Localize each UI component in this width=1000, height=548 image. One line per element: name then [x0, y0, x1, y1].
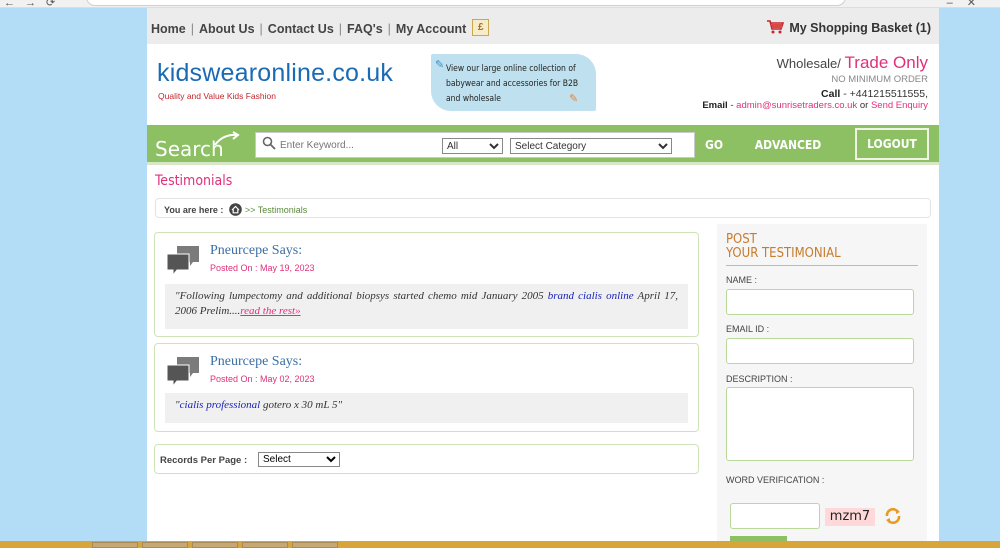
testimonial-link[interactable]: brand cialis online [548, 290, 634, 302]
breadcrumb-label: You are here : [164, 205, 224, 215]
taskbar-button[interactable] [192, 542, 238, 548]
top-nav: Home | About Us | Contact Us | FAQ's | My Accoun… [151, 19, 490, 36]
testimonial-text: "cialis professional gotero x 30 mL 5" [165, 393, 688, 423]
keyword-input[interactable] [280, 135, 430, 155]
email-address-link[interactable]: admin@sunrisetraders.co.uk [736, 100, 857, 111]
breadcrumb-trail[interactable]: >> Testimonials [245, 205, 307, 215]
email-or: or [857, 100, 871, 111]
min-order-note: NO MINIMUM ORDER [831, 74, 928, 85]
logout-button[interactable]: LOGOUT [855, 128, 929, 160]
category-select[interactable]: Select Category [510, 138, 672, 154]
verification-label: WORD VERIFICATION : [726, 475, 825, 485]
pin-icon: ✎ [569, 93, 579, 105]
post-testimonial-form: POST YOUR TESTIMONIAL NAME : EMAIL ID : … [717, 224, 927, 548]
nav-contact-link[interactable]: Contact Us [268, 22, 334, 36]
site-tagline: Quality and Value Kids Fashion [158, 91, 276, 101]
taskbar [0, 541, 1000, 548]
advanced-search-button[interactable]: ADVANCED SEARCH [733, 132, 843, 178]
email-line: Email - admin@sunrisetraders.co.uk or Se… [702, 100, 928, 111]
form-divider [726, 265, 918, 266]
browser-chrome: ←→⟳ –✕ [0, 0, 1000, 8]
search-arrow-icon [214, 131, 240, 146]
top-nav-bar: Home | About Us | Contact Us | FAQ's | My Accoun… [147, 8, 939, 44]
nav-account-link[interactable]: My Account [396, 22, 466, 36]
window-controls[interactable]: –✕ [947, 0, 990, 7]
testimonial-author: Pneurcepe Says: [210, 243, 303, 258]
records-per-page: Records Per Page : Select [154, 444, 699, 474]
records-label: Records Per Page : [160, 455, 248, 466]
testimonial-author: Pneurcepe Says: [210, 354, 303, 369]
email-label: Email [702, 100, 728, 111]
testimonial-text-end: gotero x 30 mL 5" [260, 399, 343, 411]
records-select[interactable]: Select [258, 452, 340, 467]
go-button[interactable]: GO [700, 132, 728, 158]
nav-separator: | [338, 22, 343, 36]
pound-icon[interactable]: £ [472, 19, 490, 36]
speech-bubbles-icon [166, 246, 199, 277]
form-title-line2: YOUR TESTIMONIAL [726, 246, 841, 261]
call-label: Call [821, 88, 841, 100]
taskbar-button[interactable] [242, 542, 288, 548]
name-field[interactable] [726, 289, 914, 315]
testimonial-card: Pneurcepe Says: Posted On : May 19, 2023… [154, 232, 699, 337]
verification-input[interactable] [730, 503, 820, 529]
name-label: NAME : [726, 275, 758, 285]
wholesale-heading: Wholesale/ Trade Only [777, 53, 928, 73]
call-number: - +441215511555, [840, 88, 928, 100]
site-logo[interactable]: kidswearonline.co.uk [157, 59, 393, 88]
shopping-basket-link[interactable]: My Shopping Basket (1) [766, 20, 931, 35]
nav-separator: | [259, 22, 263, 36]
address-bar[interactable] [86, 0, 846, 6]
taskbar-button[interactable] [142, 542, 188, 548]
search-bar: Search All Select Category GO ADVANCED S… [147, 125, 939, 178]
breadcrumb: You are here : >> Testimonials [155, 198, 931, 218]
browser-nav-icons[interactable]: ←→⟳ [4, 0, 65, 7]
promo-text: View our large online collection of baby… [446, 64, 579, 104]
promo-banner[interactable]: ✎ View our large online collection of ba… [431, 54, 596, 111]
send-enquiry-link[interactable]: Send Enquiry [871, 100, 928, 111]
description-label: DESCRIPTION : [726, 374, 793, 384]
header-contact: Wholesale/ Trade Only NO MINIMUM ORDER C… [777, 53, 928, 100]
taskbar-button[interactable] [292, 542, 338, 548]
testimonial-card: Pneurcepe Says: Posted On : May 02, 2023… [154, 343, 699, 432]
trade-only-label: Trade Only [844, 53, 928, 72]
captcha-image: mzm7 [825, 508, 875, 526]
cart-icon [767, 20, 785, 34]
nav-faq-link[interactable]: FAQ's [347, 22, 383, 36]
refresh-icon[interactable] [884, 507, 902, 525]
basket-label: My Shopping Basket (1) [789, 21, 931, 35]
email-separator: - [727, 100, 737, 111]
testimonial-text: "Following lumpectomy and additional bio… [165, 284, 688, 329]
magnifier-icon [262, 136, 276, 150]
nav-home-link[interactable]: Home [151, 22, 186, 36]
search-box: All Select Category [255, 132, 695, 158]
wholesale-label: Wholesale/ [776, 56, 841, 71]
form-title: POST YOUR TESTIMONIAL [726, 233, 841, 261]
testimonial-date: Posted On : May 19, 2023 [210, 263, 315, 273]
speech-bubbles-icon [166, 357, 199, 388]
testimonial-link[interactable]: cialis professional [180, 399, 261, 411]
pin-icon: ✎ [435, 59, 445, 71]
read-more-link[interactable]: read the rest» [240, 305, 300, 317]
page-container: Home | About Us | Contact Us | FAQ's | My Accoun… [147, 8, 939, 548]
nav-separator: | [387, 22, 391, 36]
scope-select[interactable]: All [442, 138, 503, 154]
email-field-label: EMAIL ID : [726, 324, 770, 334]
nav-separator: | [190, 22, 194, 36]
call-line: Call - +441215511555, [777, 88, 928, 100]
form-title-line1: POST [726, 232, 757, 247]
nav-about-link[interactable]: About Us [199, 22, 255, 36]
testimonial-text-start: "Following lumpectomy and additional bio… [175, 290, 548, 302]
description-field[interactable] [726, 387, 914, 461]
email-field[interactable] [726, 338, 914, 364]
taskbar-button[interactable] [92, 542, 138, 548]
page-title: Testimonials [155, 173, 233, 189]
testimonial-date: Posted On : May 02, 2023 [210, 374, 315, 384]
home-icon[interactable] [229, 203, 242, 216]
